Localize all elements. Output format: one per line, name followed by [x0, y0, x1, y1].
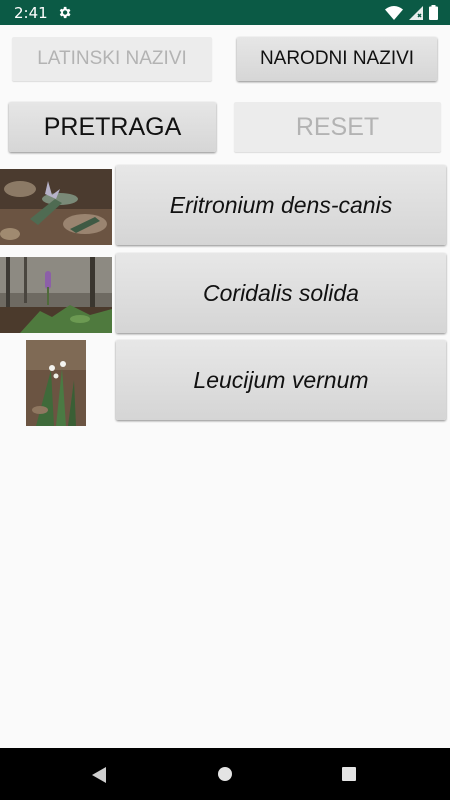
plant-list-item: Leucijum vernum [0, 340, 450, 426]
signal-icon [409, 5, 423, 20]
plant-name-button[interactable]: Eritronium dens-canis [116, 165, 446, 245]
eritronium-photo [0, 169, 112, 245]
narodni-nazivi-button[interactable]: NARODNI NAZIVI [237, 37, 437, 81]
plant-name-button[interactable]: Leucijum vernum [116, 340, 446, 420]
plant-list-item: Coridalis solida [0, 253, 450, 335]
plant-name-button[interactable]: Coridalis solida [116, 253, 446, 333]
wifi-icon [385, 5, 403, 20]
status-bar: 2:41 [0, 0, 450, 25]
home-icon[interactable] [217, 766, 233, 782]
pretraga-button[interactable]: PRETRAGA [9, 102, 216, 152]
back-icon[interactable] [90, 766, 108, 784]
status-icons [385, 5, 438, 20]
navigation-bar [0, 748, 450, 800]
settings-icon [59, 6, 71, 19]
plant-list-item: Eritronium dens-canis [0, 165, 450, 247]
leucijum-photo [26, 340, 86, 426]
latinski-nazivi-button[interactable]: LATINSKI NAZIVI [12, 37, 212, 81]
status-time: 2:41 [14, 4, 48, 22]
coridalis-photo [0, 257, 112, 333]
battery-icon [429, 5, 438, 20]
reset-button[interactable]: RESET [234, 102, 441, 152]
recent-apps-icon[interactable] [341, 766, 357, 782]
